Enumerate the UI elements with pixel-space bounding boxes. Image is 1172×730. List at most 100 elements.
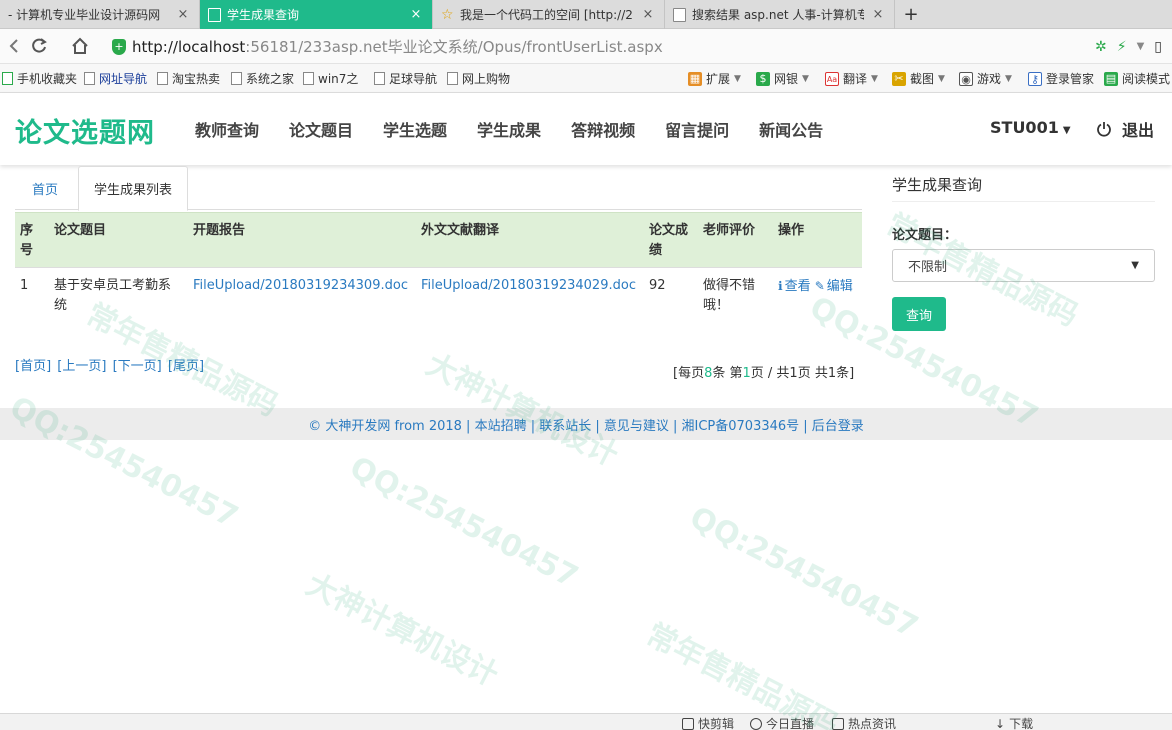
status-item[interactable]: 热点资讯 xyxy=(832,715,896,730)
puzzle-icon: ▦ xyxy=(688,71,702,86)
sidebar-title: 学生成果查询 xyxy=(892,176,983,194)
nav-messages[interactable]: 留言提问 xyxy=(665,117,729,141)
extensions-menu[interactable]: ▦ 扩展 ▼ xyxy=(688,70,741,87)
cell-translation: FileUpload/20180319234029.doc xyxy=(416,267,644,324)
view-label: 查看 xyxy=(784,279,811,294)
nav-thesis-topics[interactable]: 论文题目 xyxy=(289,117,353,141)
translate-menu[interactable]: Aa 翻译 ▼ xyxy=(825,70,878,87)
logout-button[interactable]: 退出 xyxy=(1096,117,1154,141)
pager-first[interactable]: [首页] xyxy=(15,359,51,374)
pager-last[interactable]: [尾页] xyxy=(168,359,204,374)
screenshot-menu[interactable]: ✂ 截图 ▼ xyxy=(892,70,945,87)
games-menu[interactable]: ◉ 游戏 ▼ xyxy=(959,70,1012,87)
tab-student-results-list[interactable]: 学生成果列表 xyxy=(78,166,189,211)
page-icon xyxy=(673,7,686,22)
edit-button[interactable]: ✎ 编辑 xyxy=(815,279,853,294)
logout-label: 退出 xyxy=(1122,121,1155,140)
chevron-down-icon[interactable]: ▼ xyxy=(1137,41,1145,52)
thesis-title-select[interactable]: 不限制 ▼ xyxy=(892,249,1155,282)
bookmark-icon xyxy=(157,72,168,85)
translation-file-link[interactable]: FileUpload/20180319234029.doc xyxy=(421,278,636,293)
close-icon[interactable]: × xyxy=(408,7,424,22)
bookmark-item[interactable]: 足球导航 xyxy=(374,70,437,87)
site-logo[interactable]: 论文选题网 xyxy=(15,111,155,150)
table-header-row: 序号 论文题目 开题报告 外文文献翻译 论文成绩 老师评价 操作 xyxy=(15,212,862,268)
watermark-text: 大神计算机设计 xyxy=(300,567,504,694)
news-icon xyxy=(832,717,844,730)
url-field[interactable]: + http://localhost :56181/233asp.net毕业论文… xyxy=(112,34,1052,59)
pager-summary-prefix: [每页 xyxy=(673,366,705,381)
main-nav: 教师查询 论文题目 学生选题 学生成果 答辩视频 留言提问 新闻公告 xyxy=(195,93,853,165)
bookmark-icon xyxy=(303,72,314,85)
download-icon: ↓ xyxy=(995,716,1006,730)
bookmark-item[interactable]: 网址导航 xyxy=(84,70,147,87)
bookmarks-bar: 手机收藏夹 网址导航 淘宝热卖 系统之家 win7之 足球导航 网上购物 ▦ 扩… xyxy=(0,64,1172,93)
lightning-icon[interactable]: ⚡ xyxy=(1117,39,1127,55)
bookmark-item[interactable]: 淘宝热卖 xyxy=(157,70,220,87)
bookmark-item[interactable]: 手机收藏夹 xyxy=(2,70,77,87)
bookmark-item[interactable]: 网上购物 xyxy=(447,70,510,87)
thesis-title-label: 论文题目： xyxy=(892,228,958,243)
site-footer[interactable]: © 大神开发网 from 2018 | 本站招聘 | 联系站长 | 意见与建议 … xyxy=(0,408,1172,440)
chevron-down-icon: ▼ xyxy=(734,73,741,84)
address-bar: + http://localhost :56181/233asp.net毕业论文… xyxy=(0,29,1172,64)
nav-teacher-query[interactable]: 教师查询 xyxy=(195,117,259,141)
bank-menu[interactable]: $ 网银 ▼ xyxy=(756,70,809,87)
nav-news[interactable]: 新闻公告 xyxy=(759,117,823,141)
browser-tab-active[interactable]: 学生成果查询 × xyxy=(200,0,433,29)
nav-student-selection[interactable]: 学生选题 xyxy=(383,117,447,141)
browser-tab[interactable]: ☆ 我是一个代码工的空间 [http://2 × xyxy=(433,0,665,29)
back-icon[interactable] xyxy=(2,35,26,57)
menu-label: 阅读模式 xyxy=(1122,72,1171,86)
new-tab-button[interactable]: + xyxy=(897,0,925,29)
select-value: 不限制 xyxy=(908,260,948,275)
menu-label: 扩展 xyxy=(706,72,731,86)
book-icon: ▤ xyxy=(1104,71,1118,86)
current-page: 1 xyxy=(742,366,751,381)
power-icon xyxy=(1097,122,1111,137)
report-file-link[interactable]: FileUpload/20180319234309.doc xyxy=(193,278,408,293)
tab-label: 我是一个代码工的空间 [http://2 xyxy=(460,8,633,22)
tab-home[interactable]: 首页 xyxy=(17,166,73,210)
reload-icon[interactable] xyxy=(27,35,51,57)
sidebar-divider xyxy=(892,201,1155,202)
cell-actions: ℹ 查看 ✎ 编辑 xyxy=(773,267,862,324)
phone-icon[interactable]: ▯ xyxy=(1154,39,1162,55)
reader-mode[interactable]: ▤ 阅读模式 xyxy=(1104,70,1170,87)
col-header: 外文文献翻译 xyxy=(416,212,644,268)
user-menu[interactable]: STU001 ▼ xyxy=(990,118,1071,137)
status-item[interactable]: 今日直播 xyxy=(750,715,814,730)
bookmark-item[interactable]: win7之 xyxy=(303,70,358,87)
table-row: 1 基于安卓员工考勤系统 FileUpload/20180319234309.d… xyxy=(15,267,862,324)
home-icon[interactable] xyxy=(68,35,92,57)
close-icon[interactable]: × xyxy=(640,7,656,22)
menu-label: 截图 xyxy=(910,72,935,86)
search-button[interactable]: 查询 xyxy=(892,297,946,331)
browser-tab[interactable]: 搜索结果 asp.net 人事-计算机专 × xyxy=(665,0,895,29)
bookmark-label: 系统之家 xyxy=(246,72,295,86)
pager-summary-mid: 条 第 xyxy=(712,366,743,381)
view-button[interactable]: ℹ 查看 xyxy=(778,279,811,294)
caret-down-icon: ▼ xyxy=(1062,125,1071,136)
status-item[interactable]: ↓ 下载 xyxy=(995,715,1033,730)
scissors-icon: ✂ xyxy=(892,71,906,86)
pager-prev[interactable]: [上一页] xyxy=(57,359,106,374)
pager-next[interactable]: [下一页] xyxy=(113,359,162,374)
tab-label: - 计算机专业毕业设计源码网 xyxy=(8,8,161,22)
status-item[interactable]: 快剪辑 xyxy=(682,715,734,730)
nav-student-results[interactable]: 学生成果 xyxy=(477,117,541,141)
close-icon[interactable]: × xyxy=(175,7,191,22)
cell-title: 基于安卓员工考勤系统 xyxy=(49,267,188,324)
browser-status-bar: 快剪辑 今日直播 热点资讯 ↓ 下载 xyxy=(0,713,1172,730)
bookmark-item[interactable]: 系统之家 xyxy=(231,70,294,87)
browser-tab[interactable]: - 计算机专业毕业设计源码网 × xyxy=(0,0,200,29)
accelerate-icon[interactable]: ✲ xyxy=(1095,39,1107,55)
close-icon[interactable]: × xyxy=(870,7,886,22)
menu-label: 游戏 xyxy=(977,72,1002,86)
login-manager[interactable]: ⚷ 登录管家 xyxy=(1028,70,1094,87)
info-icon: ℹ xyxy=(778,279,783,293)
bookmark-icon xyxy=(2,72,13,85)
bookmark-label: 手机收藏夹 xyxy=(17,72,78,86)
cell-report: FileUpload/20180319234309.doc xyxy=(188,267,416,324)
nav-defense-video[interactable]: 答辩视频 xyxy=(571,117,635,141)
